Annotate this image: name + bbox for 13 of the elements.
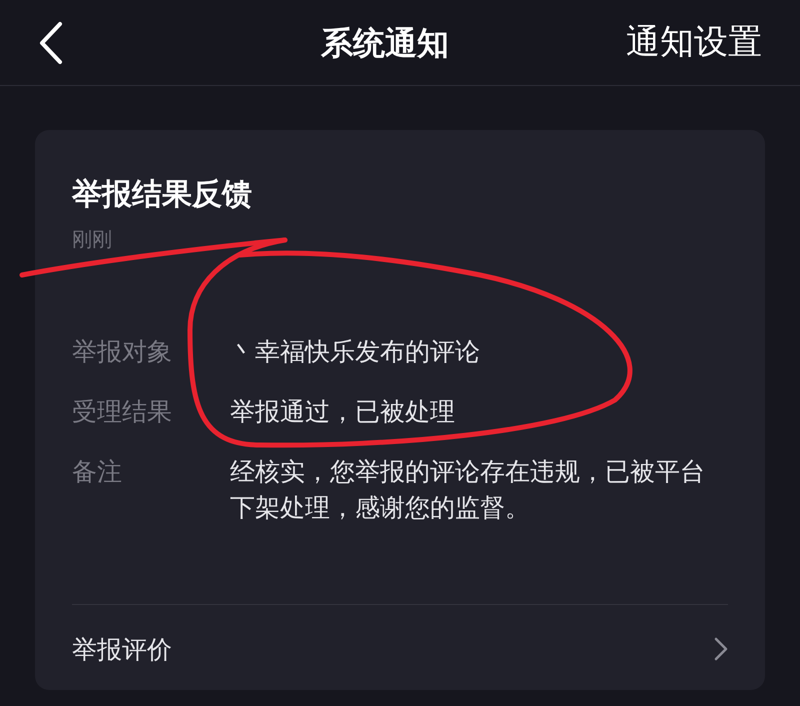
back-icon[interactable]	[38, 20, 64, 64]
field-value: 举报通过，已被处理	[230, 396, 456, 428]
field-label: 举报对象	[72, 336, 173, 368]
timestamp: 刚刚	[72, 226, 113, 253]
card-title: 举报结果反馈	[72, 176, 253, 214]
field-value: 丶幸福快乐发布的评论	[230, 336, 481, 368]
field-label: 备注	[72, 456, 123, 488]
page-title: 系统通知	[321, 22, 449, 64]
notification-settings-link[interactable]: 通知设置	[626, 17, 762, 68]
chevron-right-icon[interactable]	[714, 637, 728, 662]
field-label: 受理结果	[72, 396, 173, 428]
field-value: 经核实，您举报的评论存在违规，已被平台下架处理，感谢您的监督。	[230, 456, 706, 524]
report-review-link[interactable]: 举报评价	[72, 630, 172, 668]
